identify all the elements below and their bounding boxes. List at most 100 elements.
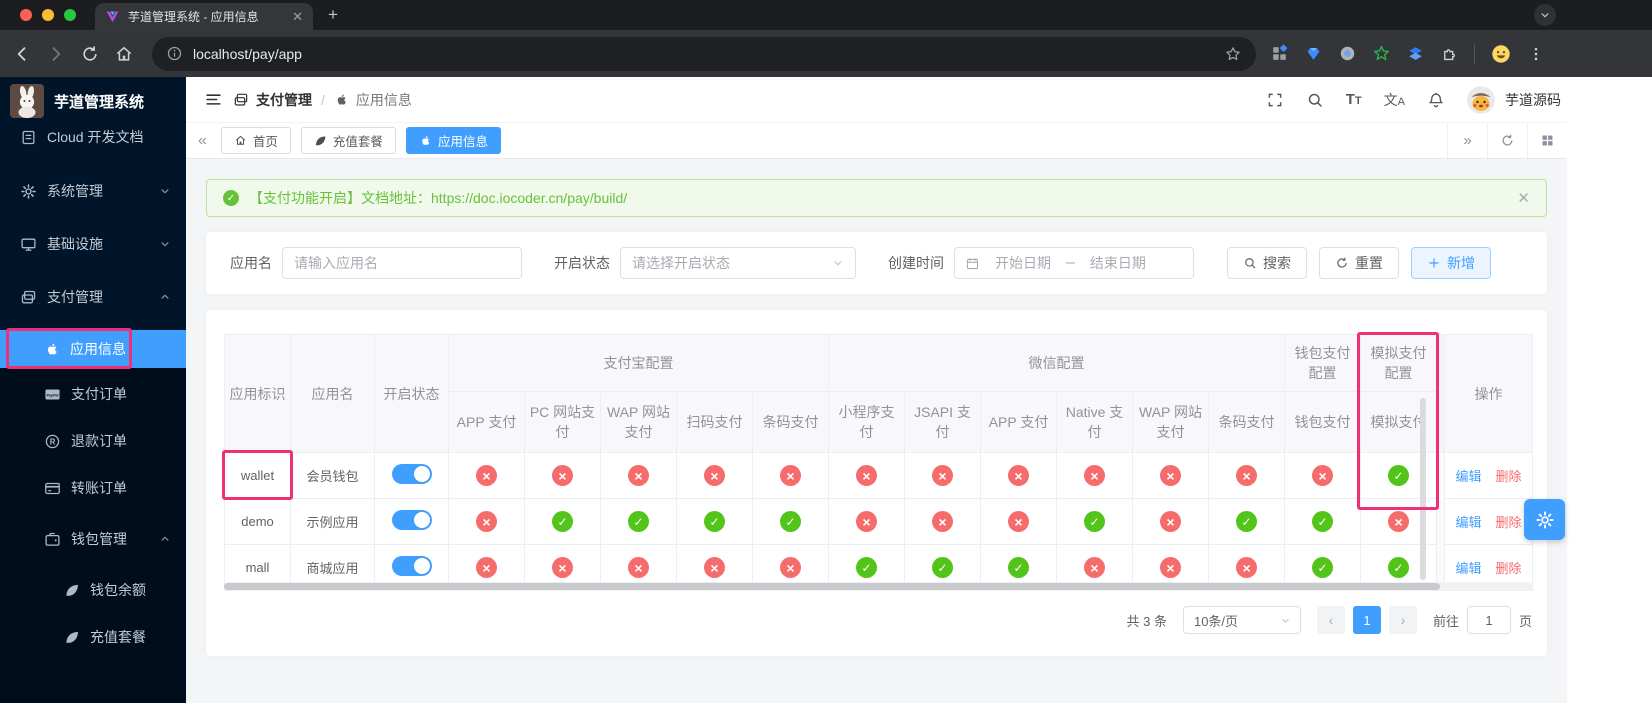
sidebar-item-wallet-balance[interactable]: 钱包余额	[0, 570, 186, 610]
chevron-up-icon	[158, 290, 172, 304]
new-tab-button[interactable]: +	[328, 5, 338, 25]
enabled-toggle[interactable]	[392, 556, 432, 576]
font-size-icon[interactable]: TT	[1346, 91, 1362, 108]
search-button[interactable]: 搜索	[1227, 247, 1307, 279]
browser-menu-icon[interactable]	[1527, 45, 1545, 63]
extension-gem-icon[interactable]	[1304, 44, 1323, 63]
status-yes-icon: ✓	[552, 511, 573, 532]
horizontal-scrollbar[interactable]	[224, 582, 1532, 591]
chevron-down-icon	[1279, 614, 1292, 627]
app-name-input[interactable]	[294, 255, 510, 271]
breadcrumb-section[interactable]: 支付管理	[256, 90, 312, 110]
bookmark-star-icon[interactable]	[1224, 45, 1242, 63]
settings-drawer-button[interactable]	[1524, 499, 1565, 540]
next-page-button[interactable]: ›	[1389, 606, 1417, 634]
sidebar-item-transfer-orders[interactable]: 转账订单	[0, 468, 186, 508]
browser-tab[interactable]: 芋道管理系统 - 应用信息 ✕	[95, 3, 313, 30]
window-zoom-button[interactable]	[64, 9, 76, 21]
app-name-field[interactable]	[282, 247, 522, 279]
page-size-select[interactable]: 10条/页	[1183, 606, 1301, 634]
forward-button[interactable]	[46, 44, 66, 64]
extension-circle-icon[interactable]	[1338, 44, 1357, 63]
browser-toolbar: localhost/pay/app	[0, 30, 1652, 77]
refresh-tab-button[interactable]	[1487, 123, 1527, 158]
date-range-picker[interactable]: –	[954, 247, 1194, 279]
status-cell: ×	[1285, 453, 1361, 499]
chevron-down-icon	[158, 237, 172, 251]
tab-app-info[interactable]: 应用信息	[406, 127, 501, 154]
tags-menu-button[interactable]	[1527, 123, 1567, 158]
username[interactable]: 芋道源码	[1505, 90, 1561, 110]
scroll-right-button[interactable]: »	[1447, 123, 1487, 158]
sidebar-item-recharge-packages[interactable]: 充值套餐	[0, 617, 186, 657]
horizontal-scrollbar-thumb[interactable]	[224, 583, 1440, 590]
delete-link[interactable]: 删除	[1496, 561, 1522, 576]
status-yes-icon: ✓	[1312, 557, 1333, 578]
address-bar[interactable]: localhost/pay/app	[152, 37, 1256, 71]
status-no-icon: ×	[704, 465, 725, 486]
search-icon[interactable]	[1306, 91, 1324, 109]
url-text[interactable]: localhost/pay/app	[193, 46, 1214, 62]
scroll-left-icon[interactable]: «	[198, 132, 207, 150]
date-end-input[interactable]	[1081, 255, 1155, 271]
user-avatar[interactable]	[1467, 86, 1495, 114]
extensions-puzzle-icon[interactable]	[1440, 44, 1459, 63]
chevron-down-icon	[1538, 8, 1552, 22]
sidebar-item-app-info[interactable]: 应用信息	[0, 330, 186, 368]
reset-button[interactable]: 重置	[1319, 247, 1399, 279]
edit-link[interactable]: 编辑	[1456, 469, 1482, 484]
sidebar-item-system[interactable]: 系统管理	[0, 171, 186, 211]
profile-avatar-icon[interactable]	[1490, 43, 1512, 65]
extension-star-icon[interactable]	[1372, 44, 1391, 63]
breadcrumb-current: 应用信息	[356, 90, 412, 110]
add-button[interactable]: 新增	[1411, 247, 1491, 279]
window-minimize-button[interactable]	[42, 9, 54, 21]
apps-table: 应用标识应用名开启状态支付宝配置微信配置钱包支付配置模拟支付配置操作APP 支付…	[224, 334, 1533, 591]
sidebar-item-infra[interactable]: 基础设施	[0, 224, 186, 264]
goto-page-input[interactable]	[1467, 606, 1511, 634]
status-no-icon: ×	[1008, 511, 1029, 532]
delete-link[interactable]: 删除	[1496, 469, 1522, 484]
app-name-cell: 示例应用	[291, 499, 375, 545]
vertical-scrollbar-thumb[interactable]	[1420, 398, 1426, 580]
bell-icon[interactable]	[1427, 91, 1445, 109]
prev-page-button[interactable]: ‹	[1317, 606, 1345, 634]
current-page-button[interactable]: 1	[1353, 606, 1381, 634]
enabled-toggle[interactable]	[392, 510, 432, 530]
edit-link[interactable]: 编辑	[1456, 561, 1482, 576]
sidebar-item-pay-orders[interactable]: 支付订单	[0, 374, 186, 414]
status-no-icon: ×	[1008, 465, 1029, 486]
reload-button[interactable]	[80, 44, 100, 64]
back-button[interactable]	[12, 44, 32, 64]
tab-list-button[interactable]	[1534, 4, 1556, 26]
status-cell: ×	[677, 453, 753, 499]
date-start-input[interactable]	[986, 255, 1060, 271]
extension-grid-icon[interactable]	[1270, 44, 1289, 63]
extension-layers-icon[interactable]	[1406, 44, 1425, 63]
status-cell: ×	[1057, 453, 1133, 499]
enabled-toggle[interactable]	[392, 464, 432, 484]
translate-icon[interactable]: 文A	[1384, 90, 1405, 110]
edit-link[interactable]: 编辑	[1456, 515, 1482, 530]
tab-recharge-packages[interactable]: 充值套餐	[301, 127, 396, 154]
scrollbar-gutter	[1437, 453, 1445, 499]
extensions-row	[1270, 43, 1545, 65]
site-info-icon[interactable]	[166, 45, 183, 62]
column-header-actions: 操作	[1445, 335, 1533, 453]
sidebar-item-cloud-docs[interactable]: Cloud 开发文档	[0, 117, 186, 157]
fullscreen-icon[interactable]	[1266, 91, 1284, 109]
status-cell: ×	[753, 453, 829, 499]
delete-link[interactable]: 删除	[1496, 515, 1522, 530]
alert-close-icon[interactable]: ✕	[1517, 189, 1530, 207]
window-close-button[interactable]	[20, 9, 32, 21]
hamburger-menu-icon[interactable]	[204, 90, 223, 109]
tab-home[interactable]: 首页	[221, 127, 291, 154]
home-button[interactable]	[114, 44, 134, 64]
status-select[interactable]: 请选择开启状态	[620, 247, 856, 279]
sidebar-item-wallet-mgmt[interactable]: 钱包管理	[0, 519, 186, 559]
sidebar-item-refund-orders[interactable]: 退款订单	[0, 421, 186, 461]
tab-close-icon[interactable]: ✕	[292, 10, 303, 23]
success-alert: ✓ 【支付功能开启】文档地址：https://doc.iocoder.cn/pa…	[206, 179, 1547, 217]
sidebar-item-payment[interactable]: 支付管理	[0, 277, 186, 317]
column-group-header: 支付宝配置	[449, 335, 829, 392]
